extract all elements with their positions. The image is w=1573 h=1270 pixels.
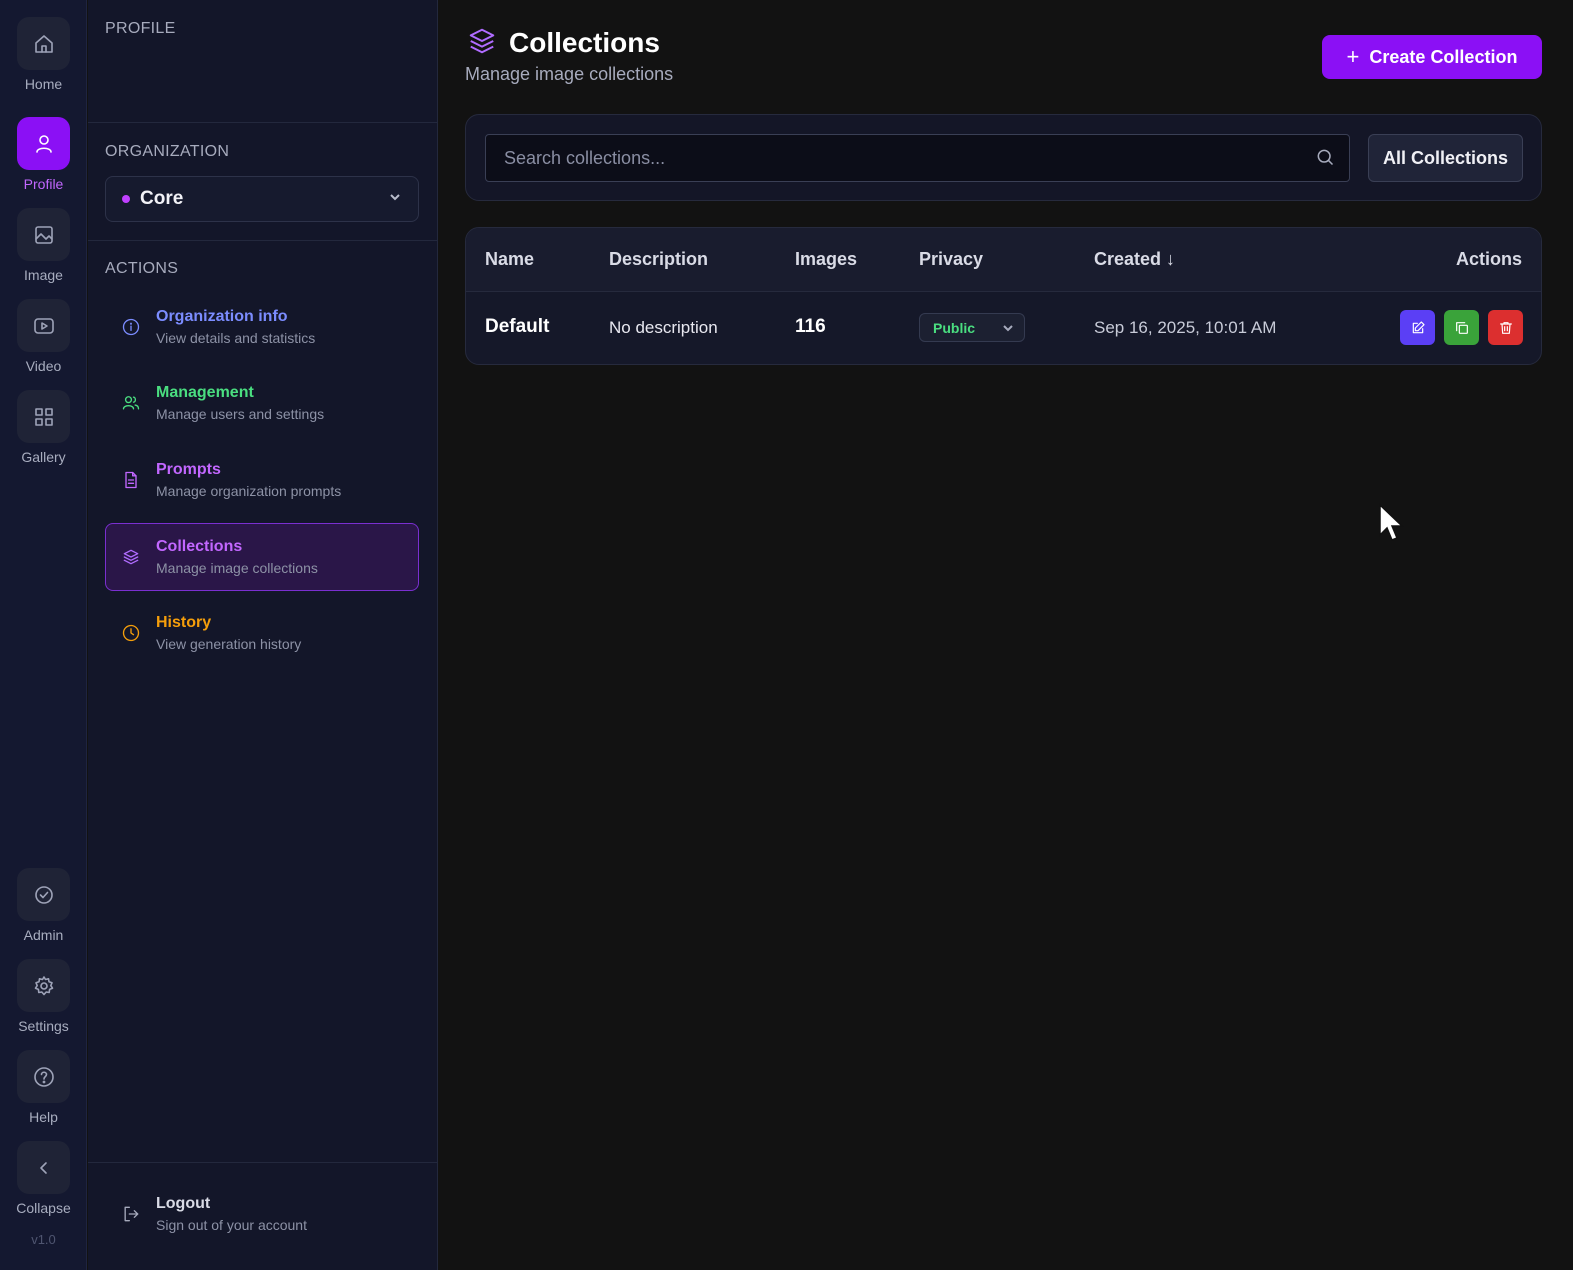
rail-label: Profile: [23, 176, 64, 192]
rail-label: Help: [29, 1109, 58, 1125]
plus-icon: +: [1346, 44, 1360, 69]
column-header-description[interactable]: Description: [609, 249, 708, 270]
search-input[interactable]: [485, 134, 1350, 182]
logout-title: Logout: [156, 1195, 211, 1212]
rail-label: Gallery: [21, 449, 66, 465]
icon-rail: Home Profile Image Video Gallery Admin S…: [0, 0, 87, 1270]
org-status-dot: [122, 195, 130, 203]
rail-item-profile[interactable]: Profile: [0, 117, 87, 192]
action-management[interactable]: Management Manage users and settings: [105, 369, 419, 437]
image-icon: [17, 208, 70, 261]
rail-label: Collapse: [16, 1200, 71, 1216]
document-icon: [120, 469, 142, 491]
divider: [88, 122, 438, 123]
version-label: v1.0: [31, 1232, 56, 1247]
organization-selected-value: Core: [140, 188, 184, 209]
info-icon: [120, 316, 142, 338]
users-icon: [120, 392, 142, 414]
trash-icon: [1499, 321, 1512, 334]
rail-item-collapse[interactable]: Collapse: [0, 1141, 87, 1216]
privacy-select[interactable]: Public: [919, 313, 1025, 342]
action-title: Management: [156, 384, 254, 401]
column-header-created[interactable]: Created ↓: [1094, 249, 1175, 270]
action-history[interactable]: History View generation history: [105, 599, 419, 667]
edit-button[interactable]: [1400, 310, 1435, 345]
user-icon: [17, 117, 70, 170]
rail-item-gallery[interactable]: Gallery: [0, 390, 87, 465]
delete-button[interactable]: [1488, 310, 1523, 345]
action-title: History: [156, 614, 212, 631]
action-organization-info[interactable]: Organization info View details and stati…: [105, 293, 419, 361]
page-subtitle: Manage image collections: [465, 64, 674, 84]
layers-icon: [467, 26, 497, 56]
logout-subtitle: Sign out of your account: [156, 1217, 307, 1233]
action-prompts[interactable]: Prompts Manage organization prompts: [105, 446, 419, 514]
action-subtitle: View generation history: [156, 636, 302, 652]
clock-icon: [120, 622, 142, 644]
search-card: All Collections: [465, 114, 1542, 201]
search-icon: [1315, 147, 1337, 169]
column-header-name[interactable]: Name: [485, 249, 534, 270]
collection-name: Default: [485, 316, 550, 337]
column-header-images[interactable]: Images: [795, 249, 857, 270]
collection-image-count: 116: [795, 316, 826, 337]
rail-label: Image: [24, 267, 63, 283]
create-collection-button[interactable]: + Create Collection: [1322, 35, 1542, 79]
chevron-left-icon: [17, 1141, 70, 1194]
rail-item-help[interactable]: Help: [0, 1050, 87, 1125]
action-subtitle: Manage image collections: [156, 560, 318, 576]
rail-label: Video: [25, 358, 62, 374]
edit-icon: [1412, 320, 1425, 333]
column-header-actions: Actions: [1456, 249, 1523, 269]
create-collection-label: Create Collection: [1369, 46, 1518, 67]
rail-label: Admin: [23, 927, 64, 943]
action-title: Organization info: [156, 308, 288, 325]
column-header-privacy[interactable]: Privacy: [919, 249, 983, 270]
rail-item-home[interactable]: Home: [0, 17, 87, 92]
duplicate-button[interactable]: [1444, 310, 1479, 345]
rail-item-image[interactable]: Image: [0, 208, 87, 283]
rail-item-video[interactable]: Video: [0, 299, 87, 374]
collection-filter-button[interactable]: All Collections: [1368, 134, 1523, 182]
rail-label: Home: [24, 76, 63, 92]
rail-label: Settings: [18, 1018, 69, 1034]
copy-icon: [1455, 321, 1468, 334]
badge-check-icon: [17, 868, 70, 921]
collections-table: Name Description Images Privacy Created …: [465, 227, 1542, 365]
action-subtitle: Manage users and settings: [156, 406, 325, 422]
help-icon: [17, 1050, 70, 1103]
privacy-value: Public: [933, 319, 976, 336]
collection-created-date: Sep 16, 2025, 10:01 AM: [1094, 318, 1277, 337]
action-collections[interactable]: Collections Manage image collections: [105, 523, 419, 591]
logout-icon: [120, 1203, 142, 1225]
collection-description: No description: [609, 318, 718, 337]
action-title: Prompts: [156, 461, 221, 478]
divider: [88, 1162, 438, 1163]
organization-section-title: ORGANIZATION: [105, 143, 230, 160]
action-subtitle: Manage organization prompts: [156, 483, 342, 499]
gear-icon: [17, 959, 70, 1012]
table-row: Default No description 116 Public Sep 16…: [466, 292, 1541, 364]
mouse-cursor-icon: [1378, 503, 1408, 545]
rail-item-settings[interactable]: Settings: [0, 959, 87, 1034]
table-header: Name Description Images Privacy Created …: [466, 228, 1541, 292]
rail-item-admin[interactable]: Admin: [0, 868, 87, 943]
action-subtitle: View details and statistics: [156, 330, 316, 346]
page-title: Collections: [509, 27, 660, 58]
divider: [88, 240, 438, 241]
chevron-down-icon: [1003, 324, 1013, 331]
home-icon: [17, 17, 70, 70]
chevron-down-icon: [388, 190, 402, 209]
organization-select[interactable]: Core: [105, 176, 419, 222]
profile-panel: PROFILE ORGANIZATION Core ACTIONS Organi…: [88, 0, 438, 1270]
video-icon: [17, 299, 70, 352]
profile-section-title: PROFILE: [105, 20, 176, 37]
logout-button[interactable]: Logout Sign out of your account: [105, 1180, 419, 1248]
actions-section-title: ACTIONS: [105, 260, 179, 277]
action-title: Collections: [156, 538, 243, 555]
grid-icon: [17, 390, 70, 443]
layers-icon: [120, 546, 142, 568]
